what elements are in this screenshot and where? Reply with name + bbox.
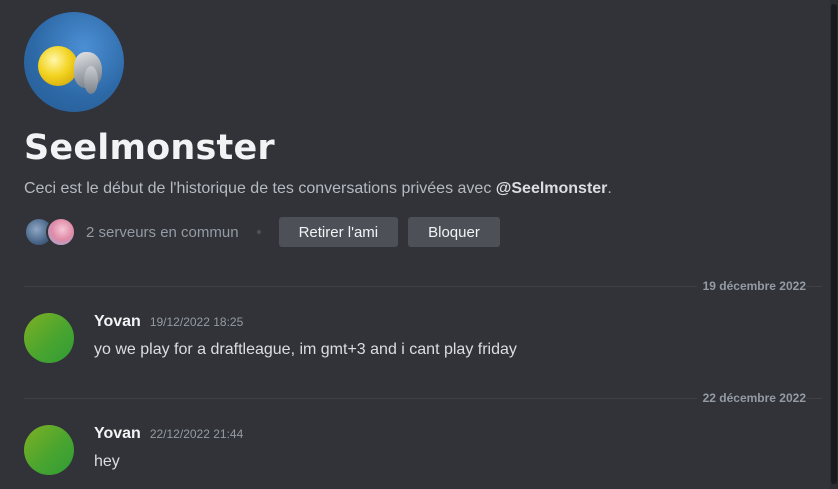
message-author[interactable]: Yovan	[94, 425, 141, 443]
intro-text: Ceci est le début de l'historique de tes…	[24, 180, 496, 197]
intro-suffix: .	[607, 180, 612, 197]
date-divider: 22 décembre 2022	[24, 390, 822, 406]
message-header: Yovan 22/12/2022 21:44	[94, 425, 243, 447]
mutual-server-icons[interactable]	[24, 217, 76, 247]
message-avatar[interactable]	[24, 425, 74, 475]
profile-avatar[interactable]	[24, 12, 124, 112]
date-divider-label: 19 décembre 2022	[696, 278, 806, 294]
server-icon[interactable]	[46, 217, 76, 247]
conversation-intro: Ceci est le début de l'historique de tes…	[24, 178, 814, 200]
remove-friend-button[interactable]: Retirer l'ami	[278, 217, 399, 247]
date-divider: 19 décembre 2022	[24, 278, 822, 294]
date-divider-label: 22 décembre 2022	[696, 390, 806, 406]
message-body: Yovan 22/12/2022 21:44 hey	[94, 425, 243, 473]
dm-header: Seelmonster Ceci est le début de l'histo…	[24, 12, 814, 248]
user-mention[interactable]: @Seelmonster	[496, 180, 608, 197]
block-button[interactable]: Bloquer	[408, 217, 500, 247]
message-text: hey	[94, 453, 120, 470]
profile-name: Seelmonster	[24, 128, 275, 168]
message-author[interactable]: Yovan	[94, 313, 141, 331]
message-header: Yovan 19/12/2022 18:25	[94, 313, 517, 335]
profile-actions-row: 2 serveurs en commun Retirer l'ami Bloqu…	[24, 216, 814, 248]
scrollbar[interactable]	[830, 0, 838, 489]
message-body: Yovan 19/12/2022 18:25 yo we play for a …	[94, 313, 517, 361]
message-avatar[interactable]	[24, 313, 74, 363]
message-timestamp: 22/12/2022 21:44	[149, 427, 244, 441]
avatar-ball-shape	[38, 46, 78, 86]
message-text: yo we play for a draftleague, im gmt+3 a…	[94, 341, 517, 358]
separator-dot	[256, 230, 261, 234]
avatar-creature-shape-2	[84, 66, 98, 94]
scrollbar-thumb[interactable]	[831, 4, 837, 484]
mutual-servers-link[interactable]: 2 serveurs en commun	[86, 224, 239, 241]
message-timestamp: 19/12/2022 18:25	[149, 315, 244, 329]
